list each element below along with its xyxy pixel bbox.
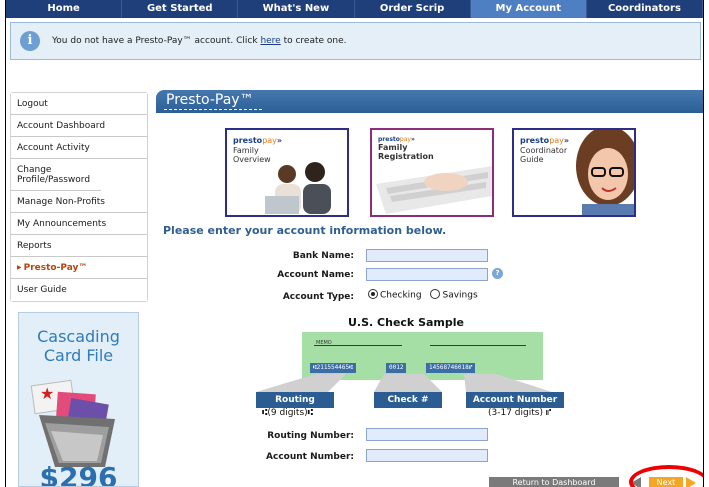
ad-price: $296	[39, 461, 118, 487]
notice-banner: i You do not have a Presto-Pay™ account.…	[10, 22, 701, 60]
check-pointers	[256, 374, 552, 392]
bank-name-label: Bank Name:	[292, 251, 354, 261]
bank-name-input[interactable]	[366, 249, 488, 262]
routing-number-label: Routing Number:	[267, 431, 354, 441]
tab-coordinators[interactable]: Coordinators	[587, 0, 703, 18]
coordinator-guide-card[interactable]: prestopay» Coordinator Guide	[512, 128, 636, 217]
sidebar-item-reports[interactable]: Reports	[11, 235, 147, 257]
sidebar-item-user-guide[interactable]: User Guide	[11, 279, 147, 301]
info-icon: i	[20, 31, 40, 51]
family-photo	[265, 162, 331, 214]
savings-label: Savings	[442, 290, 478, 301]
card-file-image: ★	[30, 379, 115, 467]
form-prompt: Please enter your account information be…	[163, 224, 447, 237]
browser-frame: Home Get Started What's New Order Scrip …	[5, 0, 704, 487]
sidebar-item-change-profile[interactable]: Change Profile/Password	[11, 159, 101, 191]
account-number-tag: Account Number	[466, 392, 564, 408]
tab-get-started[interactable]: Get Started	[122, 0, 239, 18]
return-dashboard-button[interactable]: Return to Dashboard	[489, 477, 619, 487]
sidebar-item-logout[interactable]: Logout	[11, 93, 147, 115]
tab-home[interactable]: Home	[6, 0, 123, 18]
account-name-label: Account Name:	[277, 270, 354, 280]
family-overview-card[interactable]: prestopay» Family Overview	[225, 128, 349, 217]
here-link[interactable]: here	[260, 36, 280, 46]
svg-text:★: ★	[40, 384, 54, 403]
page-title: Presto-Pay™	[166, 92, 254, 108]
notice-text: You do not have a Presto-Pay™ account. C…	[52, 36, 347, 46]
check-sample-title: U.S. Check Sample	[348, 316, 464, 329]
ad-title: Cascading Card File	[37, 327, 120, 365]
account-digits: (3-17 digits) ⑈	[488, 408, 552, 418]
account-type-label: Account Type:	[282, 292, 354, 302]
account-number-label: Account Number:	[266, 452, 354, 462]
savings-radio[interactable]	[430, 289, 441, 299]
routing-number-input[interactable]	[366, 428, 488, 441]
account-type-group: Checking Savings	[368, 289, 478, 301]
highlight-circle	[629, 465, 703, 487]
routing-digits: ⑆(9 digits)⑆	[262, 408, 314, 418]
check-number-tag: Check #	[374, 392, 442, 408]
sidebar-item-account-activity[interactable]: Account Activity	[11, 137, 147, 159]
coordinator-photo	[576, 130, 634, 215]
help-icon[interactable]: ?	[492, 268, 503, 279]
card-label: Family Registration	[378, 143, 434, 161]
sidebar-item-my-announcements[interactable]: My Announcements	[11, 213, 147, 235]
keyboard-photo	[376, 166, 492, 214]
checking-label: Checking	[380, 290, 422, 301]
checking-radio[interactable]	[368, 289, 378, 299]
cascading-card-file-ad[interactable]: Cascading Card File ★ $296	[18, 312, 139, 487]
sidebar: Logout Account Dashboard Account Activit…	[10, 92, 148, 302]
account-number-input[interactable]	[366, 449, 488, 462]
page-header: Presto-Pay™	[156, 90, 703, 113]
family-registration-card[interactable]: prestopay» Family Registration	[370, 128, 494, 217]
tab-my-account[interactable]: My Account	[470, 0, 587, 18]
tab-whats-new[interactable]: What's New	[238, 0, 355, 18]
routing-number-tag: Routing Number	[256, 392, 334, 421]
sidebar-item-account-dashboard[interactable]: Account Dashboard	[11, 115, 147, 137]
card-label: Coordinator Guide	[520, 146, 568, 164]
top-nav: Home Get Started What's New Order Scrip …	[6, 0, 703, 18]
sidebar-item-presto-pay[interactable]: Presto-Pay™	[11, 257, 147, 279]
sidebar-item-manage-non-profits[interactable]: Manage Non-Profits	[11, 191, 147, 213]
tab-order-scrip[interactable]: Order Scrip	[355, 0, 471, 18]
account-name-input[interactable]	[366, 268, 488, 281]
